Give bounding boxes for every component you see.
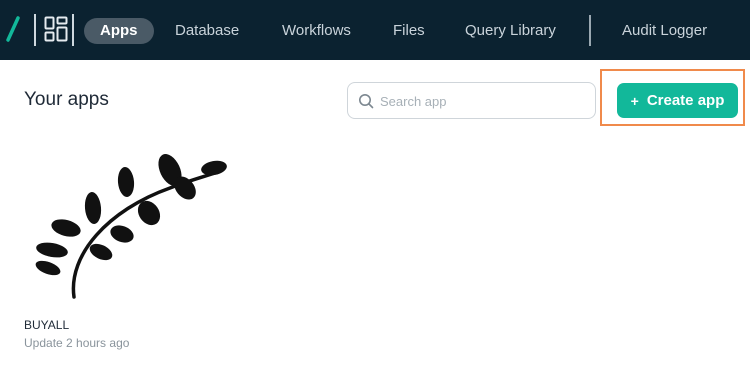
nav-tab-query-library[interactable]: Query Library [465,18,556,44]
search-box[interactable] [347,82,596,119]
nav-tab-apps[interactable]: Apps [84,18,154,44]
nav-tab-database[interactable]: Database [175,18,239,44]
nav-divider [34,14,36,46]
search-icon [359,94,374,109]
nav-divider [72,14,74,46]
page-title: Your apps [24,89,109,110]
leaf-branch-icon[interactable] [28,150,228,300]
nav-separator [589,15,591,46]
search-input[interactable] [380,91,585,111]
app-name[interactable]: BUYALL [24,318,69,332]
top-nav-bar: Apps Database Workflows Files Query Libr… [0,0,750,60]
apps-grid-icon[interactable] [44,16,68,42]
nav-tab-files[interactable]: Files [393,18,425,44]
create-app-label: Create app [646,92,725,109]
plus-icon: + [630,92,639,109]
logo-slash-icon[interactable] [6,16,20,42]
app-updated-time: Update 2 hours ago [24,336,130,350]
create-app-button[interactable]: + Create app [617,83,738,118]
nav-tab-audit-logger[interactable]: Audit Logger [622,18,707,44]
nav-tab-workflows[interactable]: Workflows [282,18,351,44]
